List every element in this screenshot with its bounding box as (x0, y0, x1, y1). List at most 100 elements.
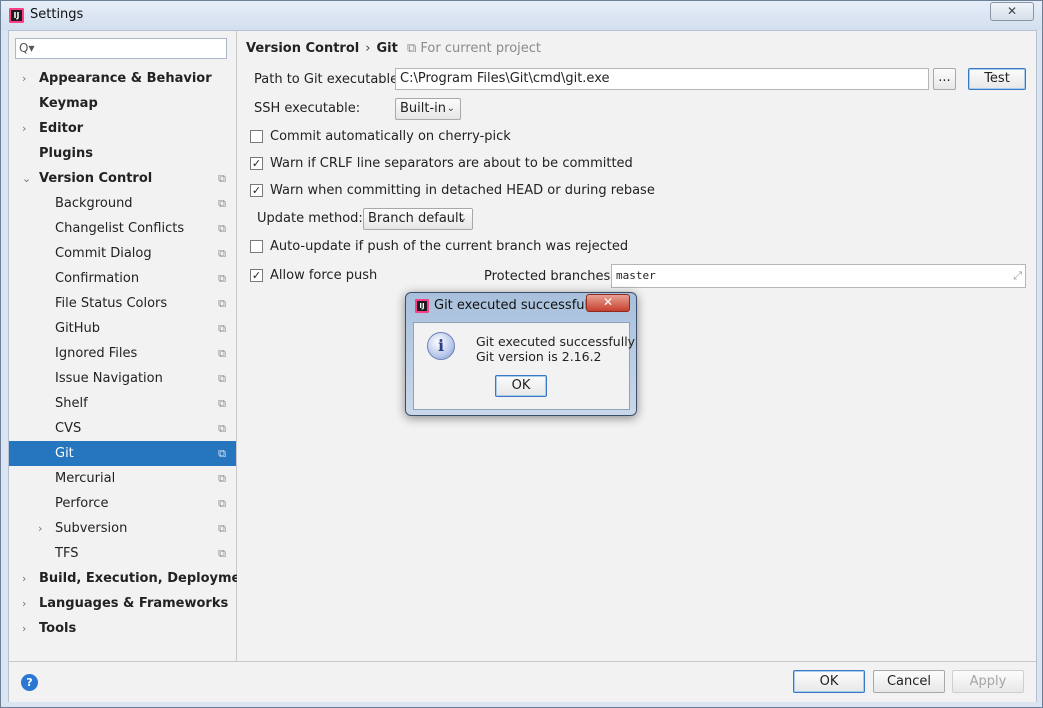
sidebar-item-github[interactable]: GitHub ⧉ (9, 316, 236, 341)
chevron-down-icon: ⌄ (458, 213, 467, 224)
project-scope-icon: ⧉ (218, 297, 226, 310)
update-method-dropdown[interactable]: Branch default ⌄ (363, 208, 473, 230)
sidebar-item-tools[interactable]: › Tools (9, 616, 236, 641)
chevron-down-icon: ⌄ (446, 103, 455, 114)
sidebar-item-label: GitHub (55, 321, 101, 336)
intellij-app-icon: IJ (9, 8, 24, 23)
sidebar-item-mercurial[interactable]: Mercurial ⧉ (9, 466, 236, 491)
search-icon: Q▾ (19, 41, 35, 55)
browse-button[interactable]: ... (933, 68, 956, 90)
cancel-button[interactable]: Cancel (873, 670, 945, 693)
collapsed-arrow-icon[interactable]: › (22, 591, 26, 616)
window-close-button[interactable]: ✕ (990, 2, 1034, 21)
checkbox-label: Warn when committing in detached HEAD or… (270, 183, 655, 198)
sidebar-item-appearance-behavior[interactable]: › Appearance & Behavior (9, 66, 236, 91)
sidebar-item-perforce[interactable]: Perforce ⧉ (9, 491, 236, 516)
sidebar-item-label: Confirmation (55, 271, 140, 286)
sidebar-item-label: Issue Navigation (55, 371, 163, 386)
apply-button[interactable]: Apply (952, 670, 1024, 693)
sidebar-item-shelf[interactable]: Shelf ⧉ (9, 391, 236, 416)
collapsed-arrow-icon[interactable]: › (22, 566, 26, 591)
dialog-footer: ? OK Cancel Apply (9, 661, 1036, 702)
project-scope-icon: ⧉ (218, 197, 226, 210)
protected-branches-field[interactable]: master ⤢ (611, 264, 1026, 288)
for-current-project-note: ⧉ For current project (407, 41, 542, 56)
sidebar-item-version-control[interactable]: ⌄ Version Control ⧉ (9, 166, 236, 191)
sidebar-item-build-execution-deployment[interactable]: › Build, Execution, Deployment (9, 566, 256, 591)
collapsed-arrow-icon[interactable]: › (22, 616, 26, 641)
breadcrumb-current: Git (376, 41, 398, 56)
help-icon[interactable]: ? (21, 674, 38, 691)
ssh-executable-dropdown[interactable]: Built-in ⌄ (395, 98, 461, 120)
sidebar-item-cvs[interactable]: CVS ⧉ (9, 416, 236, 441)
settings-search-input[interactable]: Q▾ (15, 38, 227, 59)
sidebar-item-changelist-conflicts[interactable]: Changelist Conflicts ⧉ (9, 216, 236, 241)
sidebar-item-label: Git (55, 446, 74, 461)
sidebar-item-tfs[interactable]: TFS ⧉ (9, 541, 236, 566)
sidebar-item-label: Tools (39, 621, 77, 636)
dialog-ok-button[interactable]: OK (495, 375, 547, 397)
checkbox-label: Auto-update if push of the current branc… (270, 239, 629, 254)
protected-branches-value: master (616, 269, 656, 282)
sidebar-item-editor[interactable]: › Editor (9, 116, 236, 141)
sidebar-item-languages-frameworks[interactable]: › Languages & Frameworks (9, 591, 236, 616)
intellij-app-icon: IJ (415, 299, 429, 313)
test-button[interactable]: Test (968, 68, 1026, 90)
update-method-label: Update method: (257, 211, 363, 226)
sidebar-item-plugins[interactable]: Plugins (9, 141, 236, 166)
sidebar-item-label: Mercurial (55, 471, 116, 486)
sidebar-item-label: Keymap (39, 96, 98, 111)
project-scope-icon: ⧉ (218, 497, 226, 510)
sidebar-item-label: Commit Dialog (55, 246, 152, 261)
settings-tree: › Appearance & Behavior Keymap › Editor Plugi… (9, 66, 256, 641)
dialog-message-line1: Git executed successfully (476, 334, 636, 349)
sidebar-item-label: Subversion (55, 521, 128, 536)
sidebar-item-keymap[interactable]: Keymap (9, 91, 236, 116)
project-scope-icon: ⧉ (218, 222, 226, 235)
project-scope-icon: ⧉ (218, 472, 226, 485)
project-scope-icon: ⧉ (218, 547, 226, 560)
sidebar-item-label: Build, Execution, Deployment (39, 571, 256, 586)
dialog-message-line2: Git version is 2.16.2 (476, 349, 602, 364)
project-scope-icon: ⧉ (218, 447, 226, 460)
checkbox-label: Allow force push (270, 268, 378, 283)
settings-sidebar: Q▾ › Appearance & Behavior Keymap › Editor Pl… (9, 31, 256, 661)
sidebar-item-subversion[interactable]: › Subversion ⧉ (9, 516, 236, 541)
path-to-git-label: Path to Git executable: (254, 72, 403, 87)
checkbox-label: Warn if CRLF line separators are about t… (270, 156, 633, 171)
collapsed-arrow-icon[interactable]: › (22, 66, 26, 91)
dialog-close-button[interactable]: ✕ (586, 294, 630, 312)
project-scope-icon: ⧉ (218, 397, 226, 410)
sidebar-item-commit-dialog[interactable]: Commit Dialog ⧉ (9, 241, 236, 266)
git-path-field[interactable]: C:\Program Files\Git\cmd\git.exe (395, 68, 929, 90)
ssh-executable-value: Built-in (400, 101, 447, 116)
sidebar-item-label: Version Control (39, 171, 153, 186)
dialog-title: Git executed successfully (434, 298, 600, 313)
sidebar-item-ignored-files[interactable]: Ignored Files ⧉ (9, 341, 236, 366)
breadcrumb-parent[interactable]: Version Control (246, 41, 359, 56)
git-success-dialog: IJ Git executed successfully ✕ i Git exe… (405, 292, 637, 416)
ssh-executable-label: SSH executable: (254, 101, 361, 116)
checkbox-label: Commit automatically on cherry-pick (270, 129, 511, 144)
sidebar-item-background[interactable]: Background ⧉ (9, 191, 236, 216)
project-scope-icon: ⧉ (218, 272, 226, 285)
sidebar-item-issue-navigation[interactable]: Issue Navigation ⧉ (9, 366, 236, 391)
project-scope-icon: ⧉ (218, 372, 226, 385)
ok-button[interactable]: OK (793, 670, 865, 693)
expanded-arrow-icon[interactable]: ⌄ (22, 166, 31, 191)
collapsed-arrow-icon[interactable]: › (22, 116, 26, 141)
collapsed-arrow-icon[interactable]: › (38, 516, 42, 541)
sidebar-item-git[interactable]: Git ⧉ (9, 441, 236, 466)
sidebar-item-label: Appearance & Behavior (39, 71, 212, 86)
project-scope-icon: ⧉ (218, 322, 226, 335)
sidebar-item-label: Plugins (39, 146, 93, 161)
sidebar-item-confirmation[interactable]: Confirmation ⧉ (9, 266, 236, 291)
project-scope-icon: ⧉ (218, 172, 226, 185)
checked-checkbox-icon: ✓ (250, 157, 263, 170)
project-scope-icon: ⧉ (218, 347, 226, 360)
expand-icon[interactable]: ⤢ (1013, 265, 1022, 287)
window-title: Settings (30, 7, 84, 22)
sidebar-item-file-status-colors[interactable]: File Status Colors ⧉ (9, 291, 236, 316)
checkbox-box (250, 240, 263, 253)
sidebar-item-label: Perforce (55, 496, 109, 511)
